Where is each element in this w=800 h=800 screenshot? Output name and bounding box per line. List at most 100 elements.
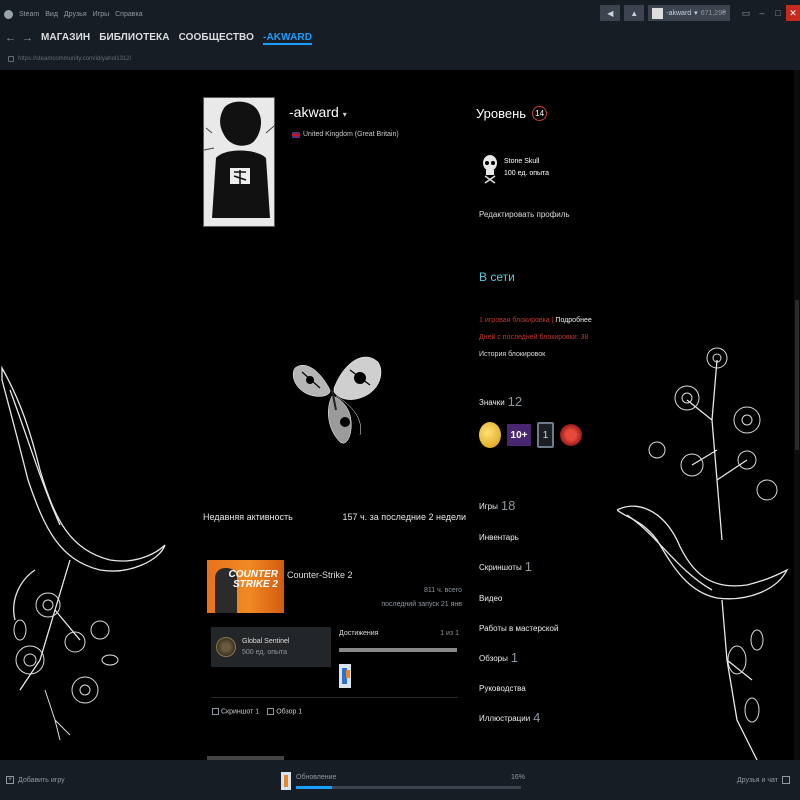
achievements-count: 1 из 1 bbox=[440, 630, 459, 637]
screenshot-icon bbox=[212, 708, 219, 715]
online-status: В сети bbox=[479, 270, 515, 284]
profile-avatar[interactable] bbox=[203, 97, 275, 227]
years-of-service-badge-icon[interactable]: 10+ bbox=[507, 424, 531, 446]
ban-history-link[interactable]: История блокировок bbox=[479, 351, 545, 358]
title-bar-right: ◀ ▲ -akward ▾ 671,29₴ ▭ – □ ✕ bbox=[600, 5, 800, 21]
badge-xp: 500 ед. опыта bbox=[242, 649, 288, 656]
last-played: последний запуск 21 янв bbox=[381, 601, 462, 608]
profile-location: United Kingdom (Great Britain) bbox=[292, 131, 399, 138]
badges-showcase: 10+ 1 bbox=[479, 422, 582, 448]
close-button[interactable]: ✕ bbox=[786, 5, 800, 21]
game-badge[interactable]: Global Sentinel 500 ед. опыта bbox=[211, 627, 331, 667]
friends-chat-button[interactable]: Друзья и чат bbox=[737, 776, 790, 784]
games-link[interactable]: Игры 18 bbox=[479, 498, 515, 513]
sentinel-badge-icon bbox=[216, 637, 236, 657]
menu-games[interactable]: Игры bbox=[93, 11, 110, 18]
nav-community[interactable]: СООБЩЕСТВО bbox=[179, 32, 254, 45]
menu-help[interactable]: Справка bbox=[115, 11, 142, 18]
skull-badge-icon[interactable] bbox=[482, 154, 498, 184]
download-label[interactable]: Обновление bbox=[296, 774, 336, 781]
screenshots-link[interactable]: Скриншоты 1 bbox=[479, 559, 532, 574]
nav-store[interactable]: МАГАЗИН bbox=[41, 32, 90, 45]
reviews-link[interactable]: Обзоры 1 bbox=[479, 650, 518, 665]
red-seal-badge-icon[interactable] bbox=[560, 424, 582, 446]
gold-coin-badge-icon[interactable] bbox=[479, 422, 501, 448]
inventory-link[interactable]: Инвентарь bbox=[479, 533, 519, 542]
lock-icon bbox=[8, 56, 14, 62]
main-nav: МАГАЗИН БИБЛИОТЕКА СООБЩЕСТВО -AKWARD bbox=[41, 32, 313, 45]
scrollbar[interactable] bbox=[794, 70, 800, 760]
level-number: 14 bbox=[532, 106, 548, 121]
minimize-button[interactable]: – bbox=[754, 5, 770, 21]
badges-link[interactable]: Значки 12 bbox=[479, 394, 522, 409]
profile-name-text: -akward bbox=[289, 104, 339, 120]
download-progress-bar bbox=[296, 786, 521, 789]
ban-details-link[interactable]: Подробнее bbox=[555, 317, 591, 324]
window-controls: ▭ – □ ✕ bbox=[738, 5, 800, 21]
divider bbox=[211, 697, 458, 698]
back-arrow-icon[interactable]: ← bbox=[5, 32, 16, 44]
profile-name[interactable]: -akward ▾ bbox=[289, 104, 347, 120]
forward-arrow-icon[interactable]: → bbox=[22, 32, 33, 44]
download-game-icon[interactable] bbox=[281, 772, 291, 790]
profile-page: -akward ▾ United Kingdom (Great Britain)… bbox=[0, 70, 800, 760]
chat-icon bbox=[782, 776, 790, 784]
bell-icon[interactable]: ▲ bbox=[624, 5, 645, 21]
achievements-label: Достижения bbox=[339, 630, 379, 637]
status-bar: + Добавить игру Обновление 16% Друзья и … bbox=[0, 760, 800, 800]
guides-link[interactable]: Руководства bbox=[479, 684, 526, 693]
page-url[interactable]: https://steamcommunity.com/id/yahol1312/ bbox=[18, 56, 131, 62]
steam-logo-icon[interactable] bbox=[4, 9, 13, 19]
achievements-panel[interactable]: Достижения 1 из 1 bbox=[339, 630, 459, 652]
nav-library[interactable]: БИБЛИОТЕКА bbox=[99, 32, 169, 45]
game-extras: Скриншот 1 Обзор 1 bbox=[212, 708, 302, 715]
game-name[interactable]: Counter-Strike 2 bbox=[287, 570, 353, 580]
add-game-label: Добавить игру bbox=[18, 776, 65, 784]
maximize-button[interactable]: □ bbox=[770, 5, 786, 21]
wallet-balance: 671,29₴ bbox=[700, 9, 726, 17]
nav-bar: ← → МАГАЗИН БИБЛИОТЕКА СООБЩЕСТВО -AKWAR… bbox=[0, 28, 800, 48]
game-capsule[interactable]: COUNTER STRIKE 2 bbox=[207, 560, 284, 613]
friends-chat-label: Друзья и чат bbox=[736, 776, 778, 784]
achievement-icon[interactable] bbox=[339, 664, 351, 688]
menu-steam[interactable]: Steam bbox=[19, 11, 39, 18]
country-name: United Kingdom (Great Britain) bbox=[303, 131, 399, 138]
screenshot-link[interactable]: Скриншот 1 bbox=[212, 708, 259, 715]
botanical-decoration-right bbox=[617, 347, 789, 760]
level-label: Уровень bbox=[476, 106, 527, 121]
artwork-link[interactable]: Иллюстрации 4 bbox=[479, 710, 540, 725]
plus-icon: + bbox=[6, 776, 14, 784]
level-display[interactable]: Уровень 14 bbox=[476, 106, 548, 121]
big-picture-icon[interactable]: ▭ bbox=[738, 5, 754, 21]
workshop-link[interactable]: Работы в мастерской bbox=[479, 624, 558, 633]
chevron-down-icon: ▾ bbox=[694, 10, 698, 17]
featured-badge-xp: 100 ед. опыта bbox=[504, 170, 550, 177]
megaphone-icon[interactable]: ◀ bbox=[600, 5, 621, 21]
edit-profile-button[interactable]: Редактировать профиль bbox=[479, 210, 570, 219]
uk-flag-icon bbox=[292, 131, 300, 138]
featured-badge-name: Stone Skull bbox=[504, 158, 540, 165]
achievements-progress-fill bbox=[339, 648, 457, 652]
account-menu[interactable]: -akward ▾ 671,29₴ bbox=[648, 5, 730, 21]
menu-view[interactable]: Вид bbox=[45, 11, 58, 18]
botanical-decoration-left bbox=[1, 365, 166, 741]
title-bar: Steam Вид Друзья Игры Справка ◀ ▲ -akwar… bbox=[0, 0, 800, 28]
download-percent: 16% bbox=[511, 774, 526, 781]
nav-profile[interactable]: -AKWARD bbox=[263, 32, 313, 45]
level-one-badge-icon[interactable]: 1 bbox=[537, 422, 554, 448]
avatar bbox=[652, 7, 664, 19]
history-arrows: ← → bbox=[0, 32, 33, 44]
chevron-down-icon: ▾ bbox=[342, 110, 347, 119]
videos-link[interactable]: Видео bbox=[479, 594, 502, 603]
featured-badge-info: Stone Skull 100 ед. опыта bbox=[504, 156, 549, 180]
achievements-progress-bar bbox=[339, 648, 457, 652]
avatar-art bbox=[204, 98, 274, 226]
cs2-logo: COUNTER STRIKE 2 bbox=[228, 569, 278, 590]
add-game-button[interactable]: + Добавить игру bbox=[6, 776, 65, 784]
scrollbar-thumb[interactable] bbox=[795, 300, 799, 450]
review-link[interactable]: Обзор 1 bbox=[267, 708, 302, 715]
total-playtime: 811 ч. всего bbox=[424, 587, 462, 594]
badge-info: Global Sentinel 500 ед. опыта bbox=[242, 636, 289, 658]
menu-friends[interactable]: Друзья bbox=[64, 11, 87, 18]
thumbs-up-icon bbox=[267, 708, 275, 715]
